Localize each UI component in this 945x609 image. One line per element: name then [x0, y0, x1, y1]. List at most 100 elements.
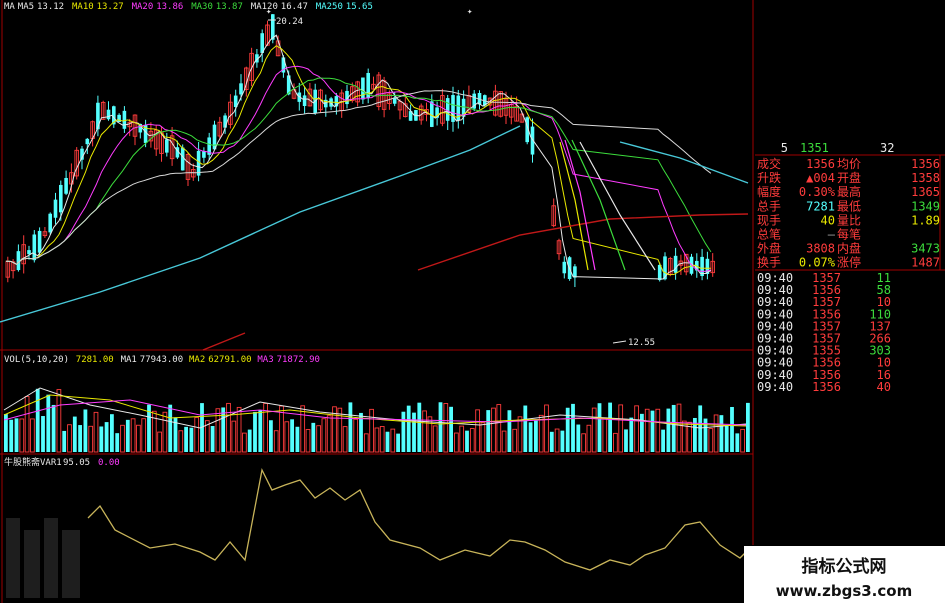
quote-value: 7281 [806, 199, 835, 213]
volume-bar-down [83, 409, 88, 452]
volume-bar-down [269, 420, 273, 452]
quote-label: 开盘 [837, 170, 861, 185]
volume-bar-down [247, 429, 252, 452]
volume-bar-down [735, 433, 740, 452]
high-price-label: 20.24 [276, 17, 303, 27]
candle-down [302, 95, 307, 107]
quote-value: 0.07% [799, 256, 836, 270]
volume-bar-down [528, 422, 533, 452]
ma-legend-label: MA5 [18, 2, 34, 12]
ma-legend-label: MA20 [132, 2, 154, 12]
ma-legend-value: 15.65 [346, 2, 373, 12]
volume-bar-down [125, 419, 130, 452]
ma-legend-value: 13.27 [97, 2, 124, 12]
volume-bar-down [417, 402, 422, 452]
quote-label: 内盘 [837, 241, 861, 256]
volume-bar-down [746, 402, 750, 452]
order-level-volume: 32 [880, 141, 894, 155]
candle-down [48, 213, 52, 233]
volume-bar-down [295, 426, 300, 452]
quote-value: 3808 [806, 242, 835, 256]
volume-legend-value: 71872.90 [277, 355, 320, 365]
volume-bar-down [396, 433, 400, 452]
volume-bar-down [465, 430, 469, 452]
volume-bar-down [62, 430, 67, 452]
order-level-price: 1351 [800, 141, 829, 155]
quote-value: — [828, 228, 836, 242]
ma-legend-value: 13.86 [156, 2, 183, 12]
quote-label: 最低 [837, 199, 861, 213]
volume-legend-value: 62791.00 [208, 355, 251, 365]
quote-value: 1487 [911, 256, 940, 270]
volume-bar-down [401, 411, 406, 452]
candle-down [27, 250, 31, 255]
candle-down [122, 110, 127, 129]
volume-bar-down [671, 404, 676, 452]
volume-bar-down [549, 431, 554, 452]
quote-value: 3473 [911, 242, 940, 256]
volume-bar-down [168, 404, 173, 452]
candle-down [223, 115, 227, 128]
volume-bar-down [290, 419, 294, 452]
quote-label: 幅度 [757, 184, 781, 199]
candle-down [202, 151, 206, 158]
tick-volume: 40 [877, 380, 891, 394]
candle-down [445, 98, 450, 121]
candle-down [59, 184, 63, 213]
quote-value: 1356 [806, 157, 835, 171]
candle-down [85, 138, 90, 145]
candle-down [361, 77, 365, 100]
indicator-legend-label: 牛股熊斋VAR1 [4, 456, 62, 468]
volume-bar-down [724, 425, 729, 452]
volume-legend-label: VOL(5,10,20) [4, 355, 69, 365]
volume-legend: VOL(5,10,20) 7281.00 MA1 77943.00 MA2 62791.0… [4, 355, 320, 365]
volume-bar-down [438, 402, 443, 452]
volume-bar-down [730, 406, 734, 452]
volume-bar-down [253, 411, 257, 452]
quote-panel: 5 1351 32成交 1356 均价 1356升跌 ▲004 开盘 1358幅度 0.30% 最高… [755, 138, 945, 270]
ma-legend-value: 13.87 [216, 2, 243, 12]
quote-value: 1365 [911, 185, 940, 199]
volume-bar-down [78, 425, 82, 452]
volume-bar-down [629, 417, 634, 452]
volume-bar-down [507, 410, 512, 452]
quote-label: 换手 [757, 256, 781, 270]
volume-bar-down [449, 406, 453, 452]
volume-bar-down [115, 433, 120, 452]
ma-legend-label: MA120 [251, 2, 278, 12]
stock-chart-canvas[interactable]: MA MA5 13.12 MA10 13.27 MA20 13.86 MA30 13.87 MA1… [0, 0, 945, 609]
ma-legend-value: 16.47 [281, 2, 308, 12]
ma-legend-label: MA30 [191, 2, 213, 12]
ma-legend-label: MA [4, 2, 15, 12]
quote-label: 外盘 [757, 241, 781, 256]
quote-label: 涨停 [837, 255, 861, 270]
volume-bar-down [348, 402, 353, 452]
tick-time: 09:40 [757, 380, 793, 394]
volume-bar-down [189, 427, 194, 452]
quote-value: 1358 [911, 171, 940, 185]
quote-value: 1.89 [911, 213, 940, 227]
candle-down [64, 177, 68, 194]
volume-bar-down [571, 403, 575, 452]
ma-legend-label: MA250 [316, 2, 343, 12]
candle-down [562, 261, 567, 274]
volume-legend-value: 77943.00 [140, 355, 183, 365]
quote-value: 0.30% [799, 185, 836, 199]
volume-bar-down [666, 408, 671, 452]
quote-label: 成交 [757, 156, 781, 171]
quote-label: 均价 [837, 157, 861, 171]
volume-bar-down [406, 405, 411, 452]
volume-bar-down [104, 422, 109, 452]
volume-bar-down [486, 410, 491, 452]
indicator-legend-label: 0.00 [98, 458, 120, 468]
volume-bar-down [650, 410, 655, 452]
volume-bar-down [311, 422, 316, 452]
volume-bar-down [41, 416, 45, 452]
watermark-url: www.zbgs3.com [776, 582, 912, 600]
chart-background [0, 0, 945, 609]
quote-label: 现手 [757, 213, 781, 227]
volume-bar-down [597, 403, 602, 452]
order-level-label: 5 [781, 141, 788, 155]
quote-label: 最高 [837, 184, 861, 199]
volume-legend-label: MA1 [121, 355, 137, 365]
